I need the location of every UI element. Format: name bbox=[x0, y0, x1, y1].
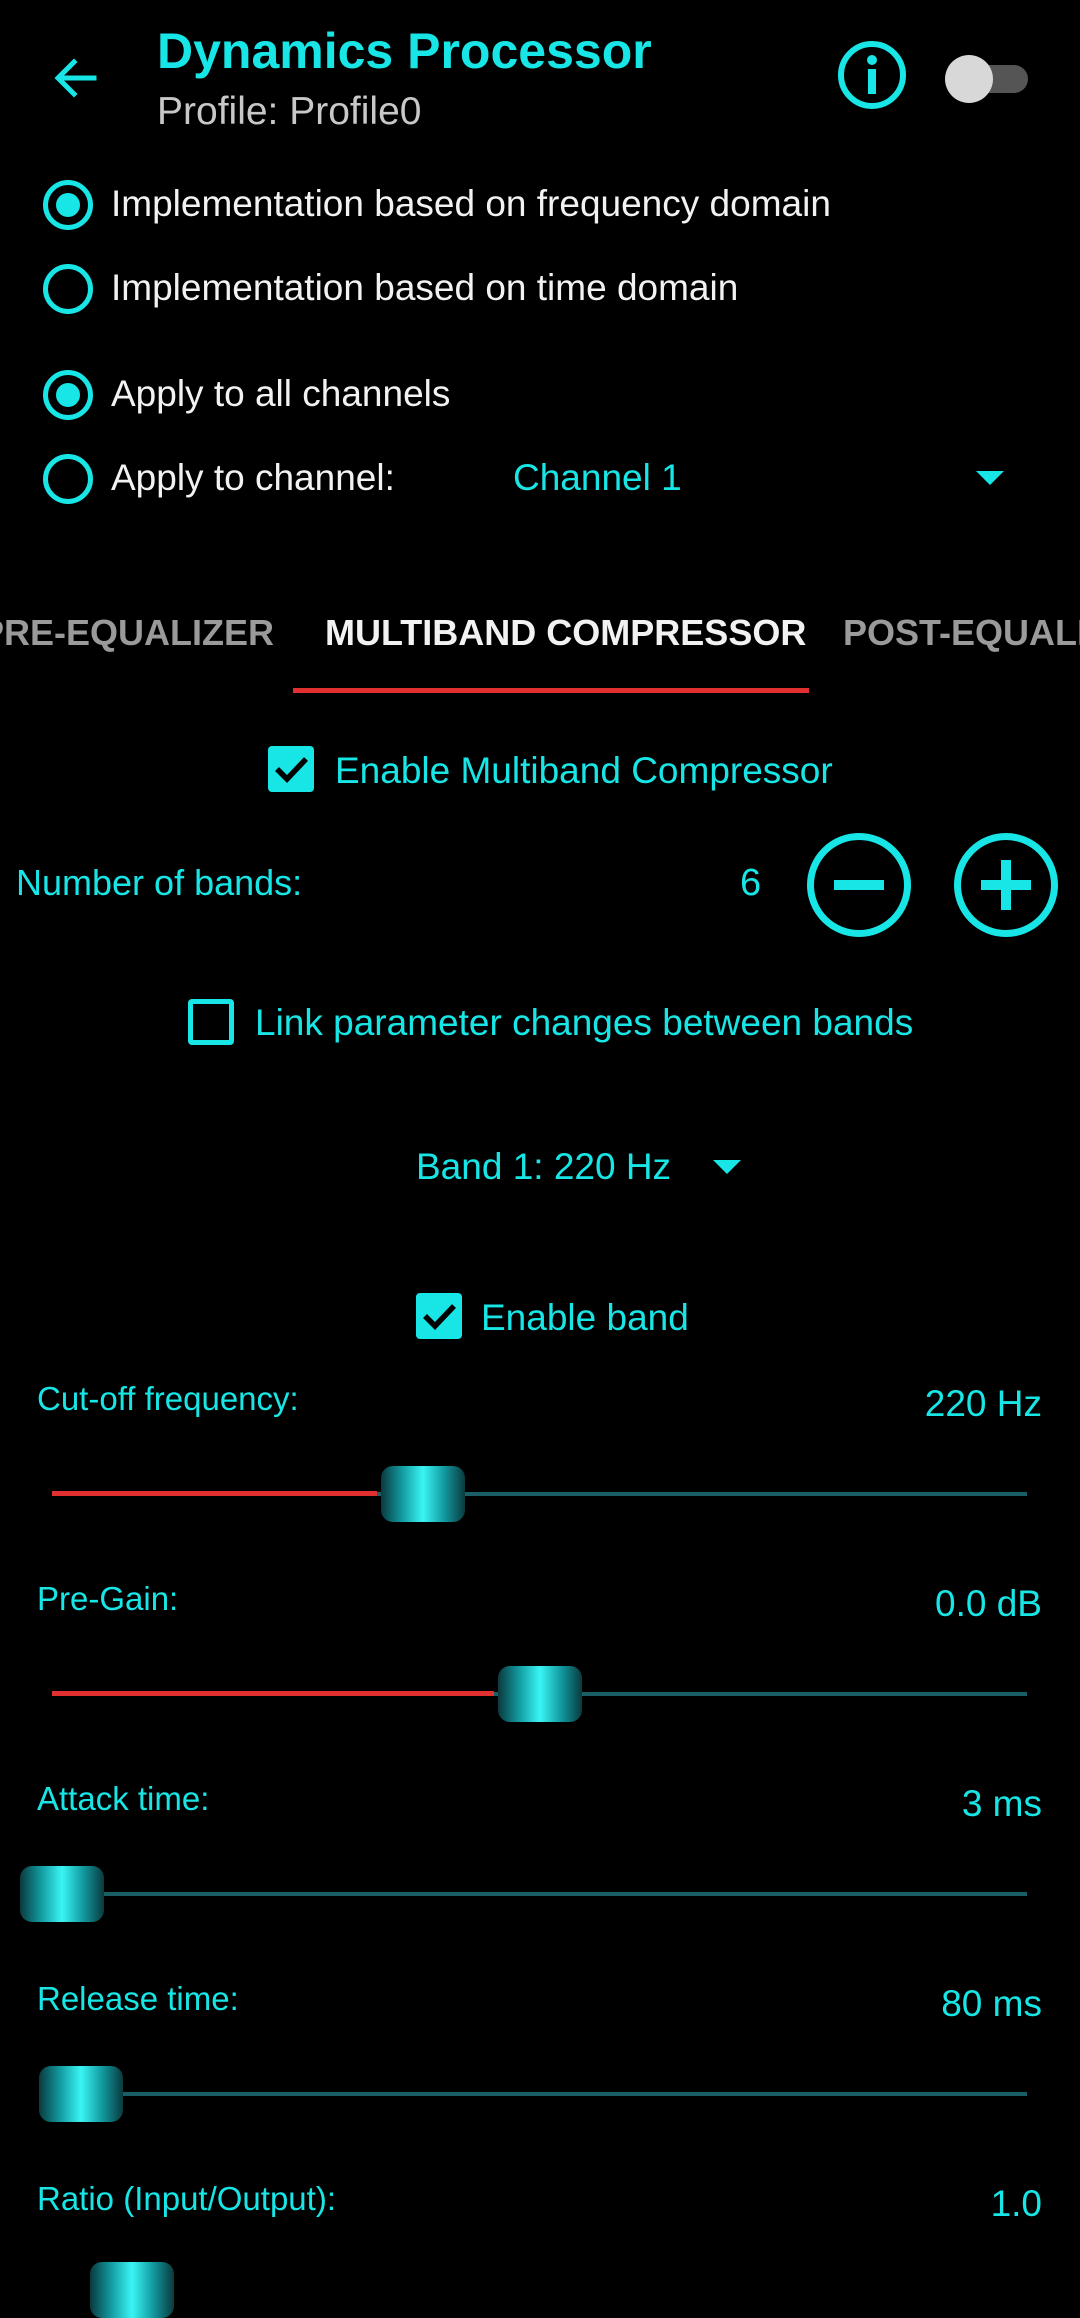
link-parameters-checkbox[interactable] bbox=[188, 999, 234, 1045]
page-title: Dynamics Processor bbox=[157, 23, 652, 79]
pre-gain-label: Pre-Gain: bbox=[37, 1580, 179, 1617]
chevron-down-icon bbox=[713, 1160, 741, 1174]
radio-all-channels-label: Apply to all channels bbox=[111, 373, 451, 414]
enable-band-checkbox[interactable] bbox=[416, 1293, 462, 1339]
enable-compressor-checkbox[interactable] bbox=[268, 746, 314, 792]
link-parameters-label: Link parameter changes between bands bbox=[255, 1002, 914, 1043]
radio-frequency-domain[interactable] bbox=[43, 180, 93, 230]
ratio-value: 1.0 bbox=[990, 2183, 1042, 2224]
slider-thumb[interactable] bbox=[380, 1466, 465, 1522]
tab-multiband-compressor[interactable]: MULTIBAND COMPRESSOR bbox=[325, 612, 806, 654]
slider-track bbox=[52, 1892, 1027, 1896]
increase-bands-button[interactable] bbox=[954, 833, 1058, 937]
tab-indicator bbox=[293, 688, 809, 693]
slider-fill bbox=[52, 1491, 377, 1496]
bands-label: Number of bands: bbox=[16, 862, 303, 903]
check-icon bbox=[423, 1304, 456, 1330]
tab-pre-equalizer[interactable]: PRE-EQUALIZER bbox=[0, 612, 274, 654]
release-time-label: Release time: bbox=[37, 1980, 239, 2017]
radio-time-domain-label: Implementation based on time domain bbox=[111, 267, 739, 308]
radio-frequency-domain-label: Implementation based on frequency domain bbox=[111, 183, 831, 224]
slider-fill bbox=[52, 1691, 494, 1696]
ratio-slider-thumb[interactable] bbox=[90, 2262, 174, 2318]
slider-thumb[interactable] bbox=[39, 2066, 124, 2122]
toggle-knob bbox=[945, 55, 993, 103]
enable-compressor-label: Enable Multiband Compressor bbox=[335, 750, 833, 791]
band-dropdown-value: Band 1: 220 Hz bbox=[416, 1146, 672, 1187]
slider-track bbox=[52, 2092, 1027, 2096]
cutoff-frequency-label: Cut-off frequency: bbox=[37, 1380, 299, 1417]
slider-thumb[interactable] bbox=[497, 1666, 582, 1722]
pre-gain-slider[interactable] bbox=[52, 1664, 1027, 1724]
radio-single-channel-label: Apply to channel: bbox=[111, 457, 395, 498]
radio-single-channel[interactable] bbox=[43, 454, 93, 504]
tab-post-equalizer[interactable]: POST-EQUALIZER bbox=[843, 612, 1080, 654]
tab-bar: PRE-EQUALIZER MULTIBAND COMPRESSOR POST-… bbox=[0, 600, 1080, 680]
back-arrow-icon bbox=[54, 58, 97, 98]
ratio-label: Ratio (Input/Output): bbox=[37, 2180, 336, 2217]
processor-enable-toggle[interactable] bbox=[945, 55, 1030, 103]
cutoff-frequency-value: 220 Hz bbox=[924, 1383, 1042, 1424]
radio-time-domain[interactable] bbox=[43, 264, 93, 314]
bands-value: 6 bbox=[740, 862, 762, 904]
cutoff-frequency-slider[interactable] bbox=[52, 1464, 1027, 1524]
decrease-bands-button[interactable] bbox=[807, 833, 911, 937]
info-button[interactable] bbox=[837, 40, 907, 110]
release-time-value: 80 ms bbox=[941, 1983, 1042, 2024]
info-icon bbox=[838, 41, 906, 109]
back-button[interactable] bbox=[50, 52, 102, 104]
release-time-slider[interactable] bbox=[39, 2064, 1027, 2124]
channel-dropdown-value: Channel 1 bbox=[513, 457, 682, 498]
radio-all-channels[interactable] bbox=[43, 370, 93, 420]
check-icon bbox=[275, 757, 308, 783]
attack-time-slider[interactable] bbox=[20, 1864, 1027, 1924]
chevron-down-icon bbox=[976, 471, 1004, 485]
band-dropdown[interactable]: Band 1: 220 Hz bbox=[416, 1146, 741, 1188]
slider-thumb[interactable] bbox=[20, 1866, 104, 1922]
attack-time-value: 3 ms bbox=[961, 1783, 1042, 1824]
pre-gain-value: 0.0 dB bbox=[935, 1583, 1042, 1624]
minus-icon bbox=[834, 880, 884, 890]
plus-icon bbox=[981, 860, 1031, 910]
channel-dropdown[interactable]: Channel 1 bbox=[513, 457, 1013, 507]
attack-time-label: Attack time: bbox=[37, 1780, 210, 1817]
enable-band-label: Enable band bbox=[481, 1297, 689, 1338]
profile-subtitle: Profile: Profile0 bbox=[157, 90, 422, 133]
